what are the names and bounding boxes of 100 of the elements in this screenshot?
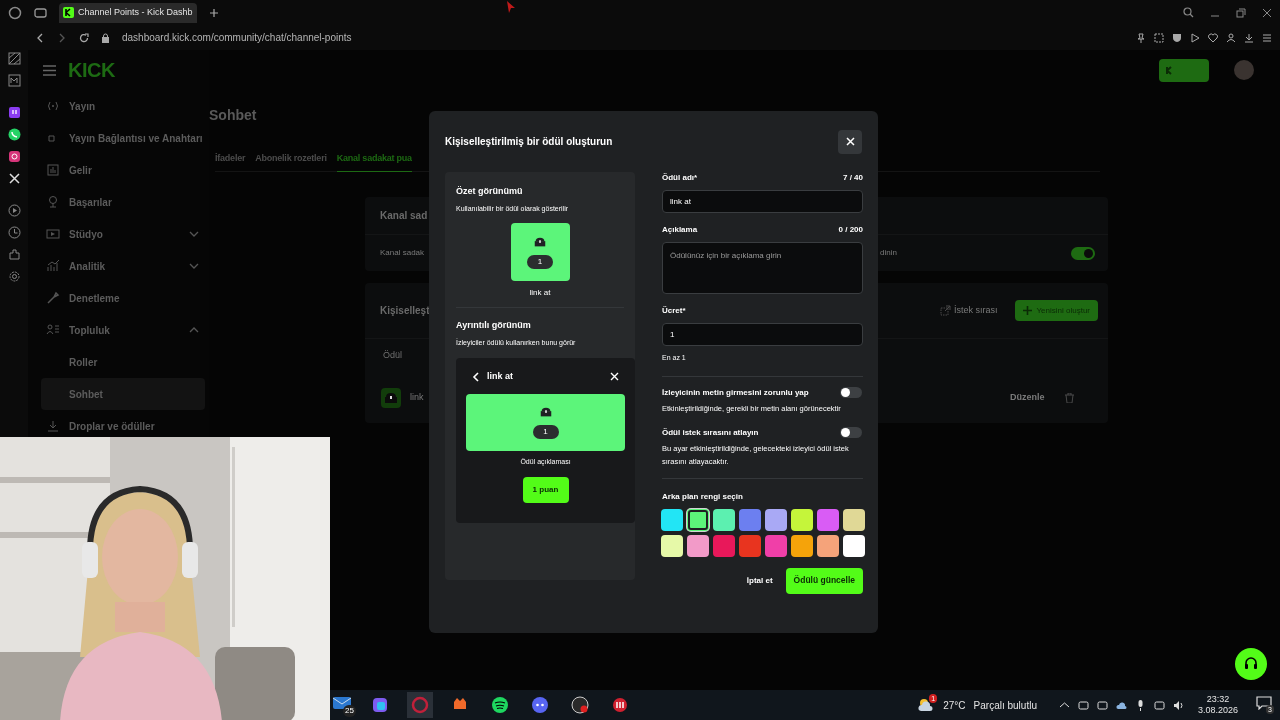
color-swatch[interactable]: [713, 534, 735, 557]
twitch-icon[interactable]: [7, 106, 21, 119]
redeem-button[interactable]: 1 puan: [522, 477, 569, 503]
wrench-icon: [46, 291, 60, 305]
menu-icon[interactable]: [1262, 32, 1272, 43]
plus-icon: [1023, 306, 1033, 315]
reward-name: link: [410, 391, 424, 405]
tab-icon[interactable]: [34, 6, 47, 19]
whatsapp-icon[interactable]: [7, 128, 21, 141]
color-swatch[interactable]: [713, 508, 735, 531]
box-icon[interactable]: [7, 74, 21, 87]
color-swatch[interactable]: [765, 508, 787, 531]
notification-icon[interactable]: [1256, 696, 1272, 710]
color-swatch[interactable]: [739, 508, 761, 531]
queue-link[interactable]: İstek sırası: [940, 303, 998, 318]
kick-logo[interactable]: KICK: [68, 55, 115, 85]
download-icon[interactable]: [1244, 32, 1254, 43]
section-heading: Ayrıntılı görünüm: [456, 319, 532, 332]
close-icon: [845, 137, 855, 146]
sidebar-item[interactable]: Gelir: [41, 160, 205, 180]
mail-icon[interactable]: [333, 696, 351, 710]
heart-icon[interactable]: [1208, 32, 1218, 43]
play-icon[interactable]: [1190, 32, 1200, 43]
clock-icon[interactable]: [7, 226, 21, 239]
update-button[interactable]: Ödülü güncelle: [785, 567, 863, 594]
edit-link[interactable]: Düzenle: [1010, 391, 1045, 405]
color-swatch[interactable]: [817, 508, 839, 531]
extension-icon[interactable]: [7, 248, 21, 261]
color-swatch[interactable]: [791, 534, 813, 557]
tab[interactable]: İfadeler: [215, 152, 246, 172]
play-circle-icon[interactable]: [7, 204, 21, 217]
settings-icon[interactable]: [7, 270, 21, 283]
sidebar-item[interactable]: Başarılar: [41, 192, 205, 212]
new-tab-icon[interactable]: [208, 7, 219, 18]
video-icon: [46, 227, 60, 241]
setting-label: dinin: [880, 247, 897, 259]
pin-icon[interactable]: [1136, 32, 1146, 43]
screenshot-icon[interactable]: [1154, 32, 1164, 43]
character-counter: 0 / 200: [838, 224, 863, 236]
input-field[interactable]: link at: [662, 190, 863, 213]
color-swatch[interactable]: [739, 534, 761, 557]
column-header: Ödül: [383, 349, 402, 363]
search-icon[interactable]: [1183, 7, 1194, 18]
input-field[interactable]: 1: [662, 323, 863, 346]
sidebar-item[interactable]: Yayın: [41, 96, 205, 116]
browser-tab[interactable]: Channel Points - Kick Dashb: [59, 2, 197, 23]
color-swatch[interactable]: [661, 534, 683, 557]
x-icon[interactable]: [7, 172, 21, 185]
back-icon[interactable]: [472, 371, 480, 382]
sidebar-item[interactable]: Sohbet: [41, 378, 205, 410]
menu-icon[interactable]: [43, 64, 56, 76]
go-live-button[interactable]: [1159, 58, 1209, 82]
card-heading: Kanal sad: [380, 209, 428, 223]
sidebar-item[interactable]: Topluluk: [41, 320, 205, 340]
color-swatch[interactable]: [817, 534, 839, 557]
cursor-icon: [506, 1, 516, 14]
toggle-switch[interactable]: [1071, 246, 1095, 260]
back-icon[interactable]: [35, 32, 45, 43]
card-heading: Kişiselleşt: [380, 304, 430, 318]
tab[interactable]: Kanal sadakat pua: [336, 152, 412, 172]
profile-icon[interactable]: [1226, 32, 1236, 43]
sidebar-item[interactable]: Stüdyo: [41, 224, 205, 244]
cancel-button[interactable]: İptal et: [746, 574, 773, 587]
people-icon: [46, 323, 60, 337]
cloud-icon[interactable]: [1115, 699, 1127, 711]
panel-icon[interactable]: [7, 52, 21, 65]
toggle-switch[interactable]: [840, 427, 862, 438]
tab[interactable]: Abonelik rozetleri: [255, 152, 327, 172]
address-bar-url[interactable]: dashboard.kick.com/community/chat/channel-points: [122, 30, 352, 45]
page-title: Sohbet: [209, 106, 258, 125]
help-button[interactable]: [1235, 648, 1267, 680]
toggle-switch[interactable]: [840, 387, 862, 398]
reload-icon[interactable]: [79, 32, 89, 43]
color-swatch[interactable]: [843, 534, 865, 557]
close-button[interactable]: [838, 129, 862, 154]
color-swatch[interactable]: [687, 508, 709, 531]
sidebar-item[interactable]: Roller: [41, 346, 205, 378]
sidebar-item[interactable]: Analitik: [41, 256, 205, 276]
dialog-title: Kişiselleştirilmiş bir ödül oluşturun: [445, 135, 613, 149]
sidebar-item[interactable]: Yayın Bağlantısı ve Anahtarı: [41, 128, 205, 148]
chart-icon: [46, 163, 60, 177]
chest-icon: [381, 388, 401, 408]
color-swatch[interactable]: [765, 534, 787, 557]
color-swatch[interactable]: [687, 534, 709, 557]
shield-icon[interactable]: [1172, 32, 1182, 43]
character-counter: 7 / 40: [843, 172, 863, 184]
restore-icon[interactable]: [1236, 7, 1246, 18]
description-field[interactable]: Ödülünüz için bir açıklama girin: [662, 242, 863, 294]
forward-icon[interactable]: [57, 32, 67, 43]
sidebar-item[interactable]: Droplar ve ödüller: [41, 416, 205, 436]
color-swatch[interactable]: [843, 508, 865, 531]
instagram-icon[interactable]: [7, 150, 21, 163]
cost-pill: 1: [527, 255, 553, 269]
reward-name: link at: [528, 287, 552, 299]
speaker-icon[interactable]: [1172, 699, 1184, 711]
browser-logo-icon[interactable]: [8, 5, 22, 20]
field-label: Açıklama: [662, 224, 698, 236]
color-swatch[interactable]: [661, 508, 683, 531]
color-swatch[interactable]: [791, 508, 813, 531]
sidebar-item[interactable]: Denetleme: [41, 288, 205, 308]
